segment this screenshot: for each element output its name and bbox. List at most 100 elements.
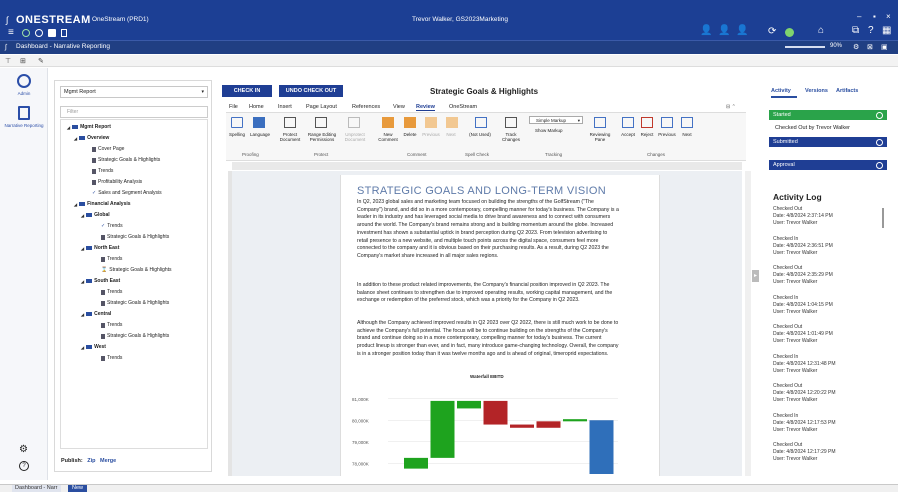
tree-item-se-trends[interactable]: Trends [101, 289, 122, 295]
unprotect-button[interactable]: Unprotect Document [340, 132, 370, 142]
tab-insert[interactable]: Insert [278, 104, 292, 110]
previous-comment-button[interactable]: Previous [420, 132, 442, 137]
nav-icon[interactable] [35, 29, 43, 37]
tree-item-south-east[interactable]: ◢ South East [81, 278, 120, 284]
next-comment-button[interactable]: Next [442, 132, 460, 137]
page-tab-bar [0, 40, 898, 54]
tree-item-central-trends[interactable]: Trends [101, 322, 122, 328]
state-started[interactable]: Started [769, 110, 887, 120]
close-icon[interactable]: × [886, 12, 891, 22]
tree-item-global[interactable]: ◢ Global [81, 212, 110, 218]
tree-item-sales-segment[interactable]: ✓ Sales and Segment Analysis [92, 190, 162, 196]
edit-icon[interactable]: ✎ [38, 57, 44, 65]
tab-view[interactable]: View [393, 104, 405, 110]
log-user: User: Trevor Walker [773, 308, 818, 315]
tree-item-central-goals[interactable]: Strategic Goals & Highlights [101, 333, 169, 339]
user-settings-icon[interactable]: 👤 [736, 26, 748, 36]
notifications-icon[interactable]: ⌂ [818, 26, 824, 36]
help-icon[interactable]: ? [868, 26, 874, 36]
status-tab-dashboard[interactable]: Dashboard - Narr [12, 485, 61, 492]
settings-icon[interactable]: ⚙ [853, 43, 859, 53]
show-markup-button[interactable]: Show Markup [535, 128, 563, 133]
tab-activity[interactable]: Activity [771, 88, 791, 94]
admin-label[interactable]: Admin [0, 91, 48, 96]
tree-item-west[interactable]: ◢ West [81, 344, 106, 350]
next-change-button[interactable]: Next [677, 132, 697, 137]
tab-review[interactable]: Review [416, 104, 435, 111]
language-button[interactable]: Language [249, 132, 271, 137]
tree-item-financial-analysis[interactable]: ◢ Financial Analysis [74, 201, 131, 207]
document-icon[interactable] [61, 29, 67, 37]
online-status-icon[interactable] [785, 28, 794, 37]
tree-item-central[interactable]: ◢ Central [81, 311, 111, 317]
status-green-icon[interactable] [22, 29, 30, 37]
grid-icon[interactable]: ▦ [882, 26, 891, 36]
document-scrollbar[interactable] [745, 171, 751, 476]
maximize-icon[interactable]: ▪ [873, 12, 876, 22]
refresh-icon[interactable]: ⟳ [768, 27, 776, 37]
filter-icon[interactable]: ⊤ [5, 57, 11, 65]
waterfall-bar [510, 424, 534, 428]
publish-zip-link[interactable]: Zip [87, 458, 95, 464]
tree-item-west-trends[interactable]: Trends [101, 355, 122, 361]
tree-item-strategic-goals[interactable]: Strategic Goals & Highlights [92, 157, 160, 163]
previous-change-button[interactable]: Previous [656, 132, 678, 137]
zoom-slider[interactable] [785, 46, 825, 48]
tree-item-trends[interactable]: Trends [92, 168, 113, 174]
collapse-panel-icon[interactable]: ▸ [752, 270, 759, 282]
ribbon-collapse-icon[interactable]: ⊟ ⌃ [726, 104, 736, 110]
spelling-button[interactable]: Spelling [226, 132, 248, 137]
tab-references[interactable]: References [352, 104, 380, 110]
not-used-button[interactable]: (Not Used) [468, 132, 492, 137]
state-submitted[interactable]: Submitted [769, 137, 887, 147]
tree-item-north-east[interactable]: ◢ North East [81, 245, 119, 251]
reviewing-pane-button[interactable]: Reviewing Pane [586, 132, 614, 142]
tab-page-layout[interactable]: Page Layout [306, 104, 337, 110]
reject-button[interactable]: Reject [637, 132, 657, 137]
tree-item-profitability[interactable]: Profitability Analysis [92, 179, 142, 185]
narrative-reporting-icon[interactable] [18, 106, 30, 120]
tab-artifacts[interactable]: Artifacts [836, 88, 858, 94]
tab-onestream[interactable]: OneStream [449, 104, 477, 110]
page-menu-icon[interactable]: ▣ [881, 43, 888, 53]
narrative-reporting-label[interactable]: Narrative Reporting [0, 123, 48, 128]
log-scrollbar[interactable] [881, 206, 885, 468]
tab-versions[interactable]: Versions [805, 88, 828, 94]
tree-item-cover-page[interactable]: Cover Page [92, 146, 124, 152]
admin-icon[interactable] [17, 74, 31, 88]
accept-button[interactable]: Accept [618, 132, 638, 137]
track-changes-button[interactable]: Track Changes [497, 132, 525, 142]
minimize-icon[interactable]: – [857, 12, 861, 22]
users-icon[interactable]: 👤 [700, 26, 712, 36]
range-editing-button[interactable]: Range Editing Permissions [305, 132, 339, 142]
tree-item-mgmt-report[interactable]: ◢ Mgmt Report [67, 124, 111, 130]
window-switch-icon[interactable]: ⧉ [852, 26, 859, 36]
user-icon[interactable]: 👤 [718, 26, 730, 36]
tab-home[interactable]: Home [249, 104, 264, 110]
protect-document-button[interactable]: Protect Document [277, 132, 303, 142]
circle-icon [876, 161, 883, 169]
report-select[interactable]: Mgmt Report ▾ [60, 86, 208, 98]
publish-merge-link[interactable]: Merge [100, 458, 116, 464]
filter-input[interactable]: Filter [60, 106, 208, 118]
view-icon[interactable]: ⊞ [20, 57, 26, 65]
markup-select[interactable]: Simple Markup ▾ [529, 116, 583, 124]
tab-file[interactable]: File [229, 104, 238, 110]
tree-item-overview[interactable]: ◢ Overview [74, 135, 109, 141]
undo-check-out-button[interactable]: UNDO CHECK OUT [279, 85, 343, 97]
close-page-icon[interactable]: ⊠ [867, 43, 873, 53]
tree-item-global-goals[interactable]: Strategic Goals & Highlights [101, 234, 169, 240]
new-comment-button[interactable]: New Comment [374, 132, 402, 142]
tree-item-ne-trends[interactable]: Trends [101, 256, 122, 262]
state-approval[interactable]: Approval [769, 160, 887, 170]
settings-gear-icon[interactable]: ⚙ [19, 444, 28, 455]
tree-item-ne-goals[interactable]: ⌛ Strategic Goals & Highlights [101, 267, 172, 273]
window-icon[interactable] [48, 29, 56, 37]
help-circle-icon[interactable]: ? [19, 461, 29, 471]
menu-icon[interactable]: ≡ [8, 28, 14, 38]
status-new-button[interactable]: New [68, 485, 88, 492]
tree-item-global-trends[interactable]: ✓ Trends [101, 223, 123, 229]
check-in-button[interactable]: CHECK IN [222, 85, 272, 97]
delete-button[interactable]: Delete [401, 132, 419, 137]
tree-item-se-goals[interactable]: Strategic Goals & Highlights [101, 300, 169, 306]
